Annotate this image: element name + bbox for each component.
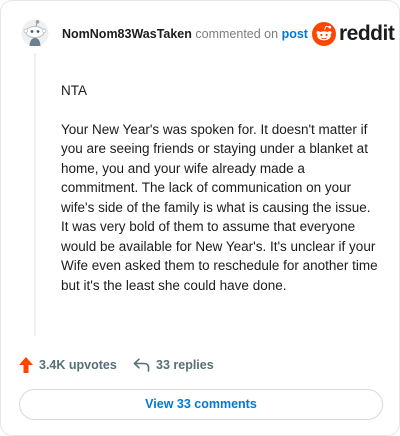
upvote-arrow-icon	[19, 357, 33, 373]
thread-line	[34, 53, 36, 336]
comment-paragraph: NTA	[61, 83, 87, 98]
view-comments-button[interactable]: View 33 comments	[19, 389, 383, 420]
upvote-count: 3.4K upvotes	[39, 358, 117, 372]
reddit-wordmark: reddit	[339, 22, 395, 45]
reply-arrow-icon	[133, 358, 150, 372]
comment-header: NomNom83WasTaken commented on post reddi…	[21, 19, 395, 51]
commented-on-text: commented on	[195, 27, 279, 41]
comment-card: NomNom83WasTaken commented on post reddi…	[0, 0, 400, 436]
comment-body: NTA Your New Year's was spoken for. It d…	[61, 81, 379, 314]
reddit-logo[interactable]: reddit	[312, 21, 395, 47]
byline: NomNom83WasTaken commented on post	[62, 27, 308, 42]
reddit-logo-icon	[312, 22, 336, 46]
reply-button[interactable]: 33 replies	[133, 355, 214, 375]
comment-actions: 3.4K upvotes 33 replies	[19, 355, 379, 375]
reply-count: 33 replies	[156, 358, 214, 372]
upvote-button[interactable]: 3.4K upvotes	[19, 355, 117, 375]
username-link[interactable]: NomNom83WasTaken	[62, 27, 192, 41]
post-link[interactable]: post	[282, 27, 308, 41]
snoo-avatar-icon[interactable]	[21, 19, 49, 47]
comment-paragraph: Your New Year's was spoken for. It doesn…	[61, 121, 378, 293]
